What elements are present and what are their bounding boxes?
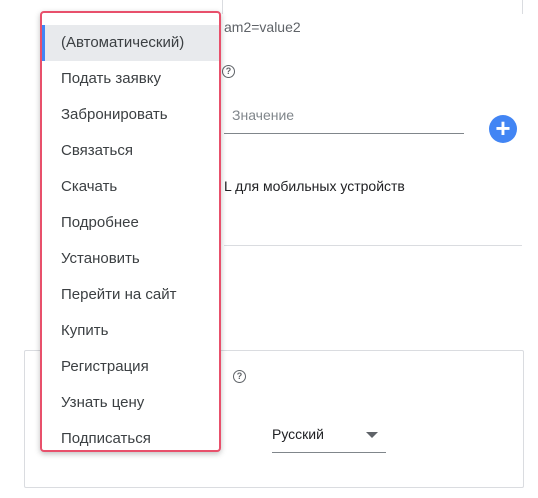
menu-item-visit-site[interactable]: Перейти на сайт bbox=[42, 277, 219, 313]
value-field-placeholder[interactable]: Значение bbox=[232, 107, 294, 123]
menu-item-book[interactable]: Забронировать bbox=[42, 97, 219, 133]
menu-item-contact[interactable]: Связаться bbox=[42, 133, 219, 169]
menu-item-automatic[interactable]: (Автоматический) bbox=[42, 25, 219, 61]
language-select-underline bbox=[272, 452, 386, 453]
menu-item-subscribe[interactable]: Подписаться bbox=[42, 421, 219, 457]
value-field-underline bbox=[224, 133, 464, 134]
menu-item-get-quote[interactable]: Узнать цену bbox=[42, 385, 219, 421]
help-icon[interactable]: ? bbox=[233, 370, 246, 383]
panel-edge bbox=[222, 0, 223, 14]
call-to-action-dropdown: (Автоматический) Подать заявку Заброниро… bbox=[40, 11, 221, 452]
language-select[interactable]: Русский bbox=[272, 426, 324, 442]
menu-item-download[interactable]: Скачать bbox=[42, 169, 219, 205]
chevron-down-icon[interactable] bbox=[366, 432, 378, 438]
url-params-text: am2=value2 bbox=[224, 19, 301, 35]
mobile-url-label: L для мобильных устройств bbox=[224, 178, 405, 194]
menu-item-learn-more[interactable]: Подробнее bbox=[42, 205, 219, 241]
panel-edge bbox=[522, 0, 523, 14]
menu-item-apply[interactable]: Подать заявку bbox=[42, 61, 219, 97]
help-icon[interactable]: ? bbox=[222, 65, 235, 78]
add-parameter-button[interactable]: + bbox=[489, 115, 517, 143]
menu-item-sign-up[interactable]: Регистрация bbox=[42, 349, 219, 385]
section-divider bbox=[224, 245, 522, 246]
menu-item-buy[interactable]: Купить bbox=[42, 313, 219, 349]
menu-item-install[interactable]: Установить bbox=[42, 241, 219, 277]
